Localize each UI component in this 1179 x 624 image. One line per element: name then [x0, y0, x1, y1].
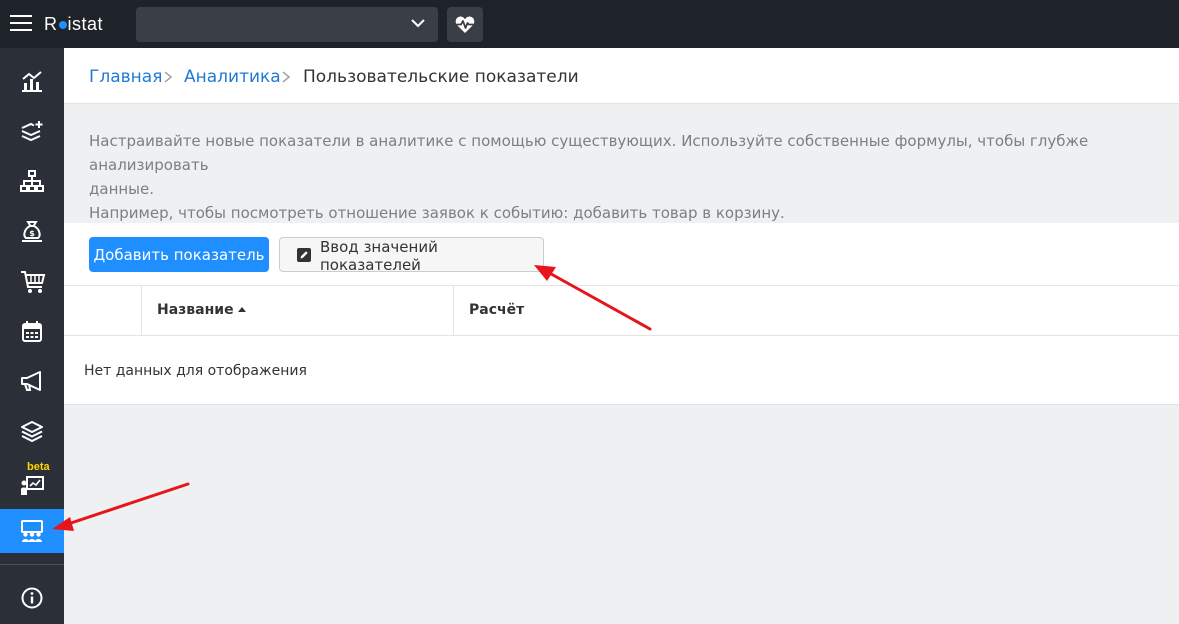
beta-badge: beta: [27, 461, 50, 473]
column-header-name[interactable]: Название: [141, 286, 453, 335]
metrics-table: Название Расчёт Нет данных для отображен…: [64, 285, 1179, 405]
project-select[interactable]: [136, 7, 438, 42]
megaphone-icon: [21, 371, 41, 391]
sitemap-icon: [20, 170, 44, 192]
sidebar-item-finance[interactable]: $: [0, 209, 64, 253]
menu-icon[interactable]: [10, 13, 32, 33]
user-group-board-icon: [21, 520, 43, 542]
sidebar-item-custom-metrics[interactable]: [0, 509, 64, 553]
analytics-chart-icon: [22, 71, 42, 92]
sidebar-item-add-layers[interactable]: [0, 109, 64, 153]
column-header-name-label: Название: [157, 302, 234, 318]
sidebar-item-layers[interactable]: [0, 409, 64, 453]
breadcrumb-home[interactable]: Главная: [89, 67, 162, 87]
svg-text:$: $: [29, 229, 35, 238]
sidebar-item-marketing[interactable]: [0, 359, 64, 403]
sidebar-divider: [0, 564, 64, 565]
info-icon: [21, 587, 43, 609]
description-line: данные.: [89, 180, 155, 198]
column-header-select: [64, 286, 141, 335]
page-description: Настраивайте новые показатели в аналитик…: [89, 129, 1169, 225]
shopping-cart-icon: [21, 271, 46, 293]
chevron-right-icon: [164, 71, 172, 83]
chevron-right-icon: [282, 71, 290, 83]
enter-metric-values-button[interactable]: Ввод значений показателей: [279, 237, 544, 274]
add-metric-button[interactable]: Добавить показатель: [89, 237, 269, 272]
empty-state-message: Нет данных для отображения: [84, 363, 307, 379]
chevron-down-icon: [411, 19, 425, 28]
breadcrumb: Главная Аналитика Пользовательские показ…: [64, 48, 1179, 104]
sidebar-item-analytics[interactable]: [0, 59, 64, 103]
health-button[interactable]: [447, 7, 483, 42]
page-title: Пользовательские показатели: [303, 67, 579, 87]
enter-metric-values-label: Ввод значений показателей: [320, 238, 438, 274]
column-header-formula[interactable]: Расчёт: [453, 286, 1179, 335]
calendar-icon: [22, 321, 42, 342]
money-bag-icon: $: [22, 221, 42, 242]
sort-ascending-icon: [237, 307, 246, 312]
sidebar-item-calendar[interactable]: [0, 309, 64, 353]
presentation-chart-icon: [21, 476, 44, 495]
top-bar: Ristat: [0, 0, 1179, 48]
edit-icon: [297, 248, 311, 262]
heart-pulse-icon: [455, 16, 475, 33]
toolbar: Добавить показатель Ввод значений показа…: [64, 223, 1179, 285]
description-line: Настраивайте новые показатели в аналитик…: [89, 132, 1089, 174]
description-line: Например, чтобы посмотреть отношение зая…: [89, 204, 785, 222]
table-header: Название Расчёт: [64, 286, 1179, 336]
sidebar-item-info[interactable]: [0, 576, 64, 620]
sidebar: $ beta: [0, 48, 64, 624]
red-arrow-icon: [52, 482, 190, 531]
sidebar-item-orders[interactable]: [0, 259, 64, 303]
roistat-logo[interactable]: Ristat: [44, 12, 103, 36]
logo-dot-icon: [58, 20, 67, 29]
add-layers-icon: [21, 121, 43, 142]
sidebar-item-reports-beta[interactable]: beta: [0, 459, 64, 503]
breadcrumb-analytics[interactable]: Аналитика: [184, 67, 281, 87]
sidebar-item-sitemap[interactable]: [0, 159, 64, 203]
layers-icon: [21, 421, 43, 443]
